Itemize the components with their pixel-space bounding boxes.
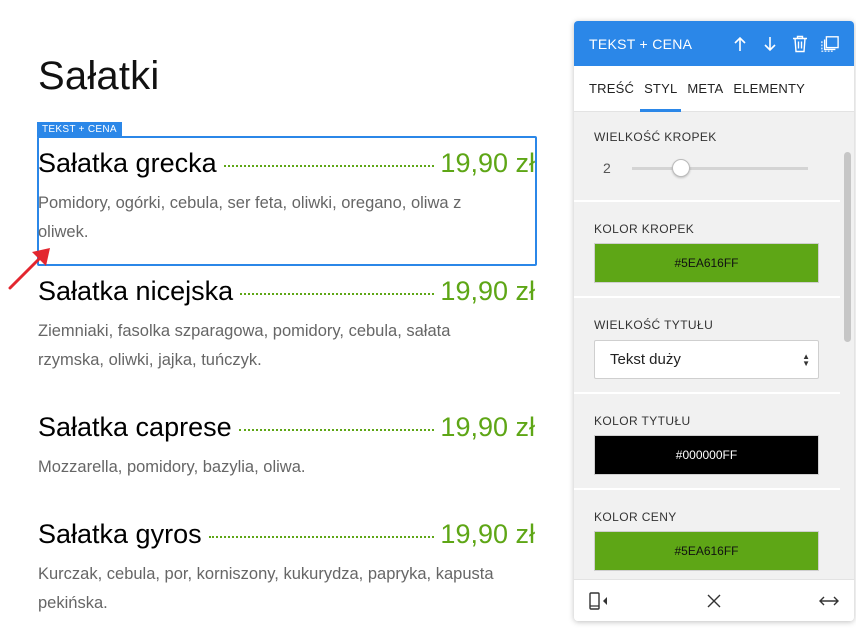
title-color-swatch[interactable]: #000000FF — [594, 435, 819, 475]
item-name: Sałatka caprese — [38, 412, 232, 442]
mobile-view-icon[interactable] — [588, 590, 610, 612]
dot-size-slider[interactable] — [632, 158, 808, 177]
tab-meta[interactable]: META — [687, 66, 723, 112]
field-label: WIELKOŚĆ KROPEK — [594, 130, 717, 144]
divider — [574, 488, 840, 490]
select-caret-icon: ▲ ▼ — [802, 352, 810, 368]
field-dot-color: KOLOR KROPEK #5EA616FF — [574, 222, 840, 283]
price-color-swatch[interactable]: #5EA616FF — [594, 531, 819, 571]
select-value: Tekst duży — [610, 351, 681, 368]
item-description: Kurczak, cebula, por, korniszony, kukury… — [38, 565, 494, 612]
divider — [574, 296, 840, 298]
field-dot-size: WIELKOŚĆ KROPEK 2 — [574, 130, 840, 177]
item-dots — [223, 165, 435, 167]
menu-item[interactable]: Sałatka nicejska 19,90 zł Ziemniaki, fas… — [38, 276, 535, 375]
pointer-arrow-icon — [8, 248, 50, 290]
tab-styl[interactable]: STYL — [640, 66, 682, 112]
item-name: Sałatka nicejska — [38, 276, 234, 306]
field-label: KOLOR TYTUŁU — [594, 414, 691, 428]
slider-handle[interactable] — [672, 158, 690, 177]
panel-footer — [574, 579, 854, 621]
field-title-color: KOLOR TYTUŁU #000000FF — [574, 414, 840, 475]
menu-item[interactable]: Sałatka caprese 19,90 zł Mozzarella, pom… — [38, 412, 535, 482]
item-name: Sałatka grecka — [38, 148, 217, 178]
item-description: Ziemniaki, fasolka szparagowa, pomidory,… — [38, 322, 451, 369]
arrow-down-icon[interactable] — [761, 35, 779, 53]
item-price: 19,90 zł — [440, 148, 535, 178]
field-price-color: KOLOR CENY #5EA616FF — [574, 510, 840, 571]
item-dots — [240, 293, 435, 295]
item-price: 19,90 zł — [440, 519, 535, 549]
panel-body: WIELKOŚĆ KROPEK 2 KOLOR KROPEK #5EA616FF… — [574, 112, 854, 579]
item-description: Pomidory, ogórki, cebula, ser feta, oliw… — [38, 194, 462, 241]
arrow-up-icon[interactable] — [731, 35, 749, 53]
panel-scrollbar[interactable] — [844, 152, 851, 342]
menu-item[interactable]: Sałatka grecka 19,90 zł Pomidory, ogórki… — [38, 148, 535, 247]
tab-tresc[interactable]: TREŚĆ — [589, 66, 634, 112]
style-panel: TEKST + CENA TREŚĆ STYL META ELEMENTY WI… — [574, 21, 854, 621]
panel-header: TEKST + CENA — [574, 21, 854, 66]
selection-tag[interactable]: TEKST + CENA — [37, 122, 122, 137]
trash-icon[interactable] — [791, 35, 809, 53]
tab-elementy[interactable]: ELEMENTY — [733, 66, 805, 112]
expand-width-icon[interactable] — [818, 590, 840, 612]
divider — [574, 392, 840, 394]
item-price: 19,90 zł — [440, 276, 535, 306]
item-name: Sałatka gyros — [38, 519, 202, 549]
close-icon[interactable] — [703, 590, 725, 612]
section-title: Sałatki — [38, 54, 160, 98]
menu-item[interactable]: Sałatka gyros 19,90 zł Kurczak, cebula, … — [38, 519, 535, 618]
item-dots — [238, 429, 435, 431]
field-title-size: WIELKOŚĆ TYTUŁU Tekst duży ▲ ▼ — [574, 318, 840, 379]
panel-title: TEKST + CENA — [589, 35, 693, 52]
field-label: KOLOR CENY — [594, 510, 677, 524]
duplicate-icon[interactable] — [821, 35, 839, 53]
title-size-select[interactable]: Tekst duży ▲ ▼ — [594, 340, 819, 379]
item-description: Mozzarella, pomidory, bazylia, oliwa. — [38, 458, 306, 476]
slider-value: 2 — [603, 160, 611, 176]
panel-tabs: TREŚĆ STYL META ELEMENTY — [574, 66, 854, 112]
item-dots — [208, 536, 435, 538]
divider — [574, 200, 840, 202]
field-label: WIELKOŚĆ TYTUŁU — [594, 318, 714, 332]
dot-color-swatch[interactable]: #5EA616FF — [594, 243, 819, 283]
item-price: 19,90 zł — [440, 412, 535, 442]
field-label: KOLOR KROPEK — [594, 222, 695, 236]
